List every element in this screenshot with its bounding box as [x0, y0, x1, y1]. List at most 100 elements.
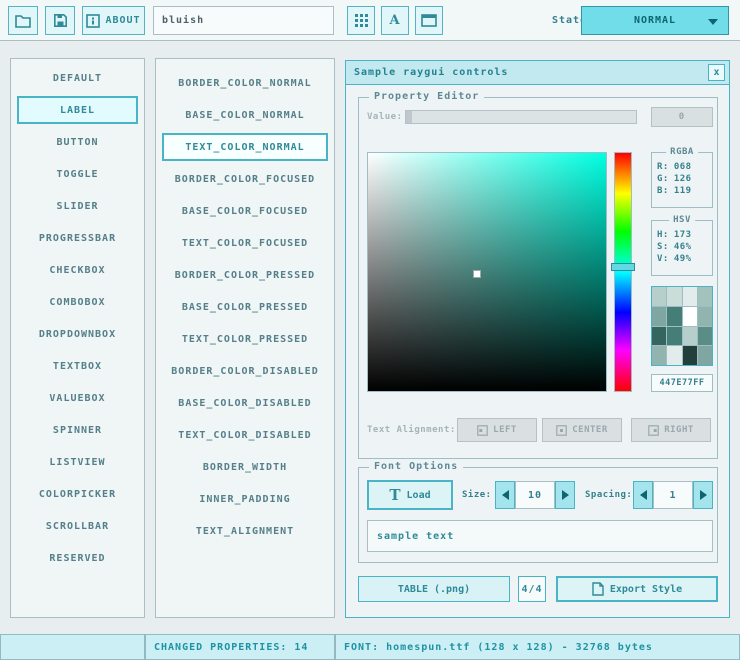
- property-item-base-color-disabled[interactable]: BASE_COLOR_DISABLED: [162, 389, 328, 417]
- align-left-icon: [477, 425, 488, 436]
- property-item-text-color-focused[interactable]: TEXT_COLOR_FOCUSED: [162, 229, 328, 257]
- align-right-icon: [648, 425, 659, 436]
- font-load-button[interactable]: T Load: [367, 480, 453, 510]
- font-size-decrease-button[interactable]: [495, 481, 515, 509]
- color-swatch[interactable]: [698, 287, 712, 306]
- property-item-text-alignment[interactable]: TEXT_ALIGNMENT: [162, 517, 328, 545]
- s-value: 46%: [674, 242, 692, 252]
- color-swatch[interactable]: [683, 346, 697, 365]
- controls-list-item-listview[interactable]: LISTVIEW: [17, 448, 138, 476]
- export-ratio-value-box[interactable]: 4/4: [518, 576, 546, 602]
- color-swatch[interactable]: [652, 327, 666, 346]
- controls-list-item-checkbox[interactable]: CHECKBOX: [17, 256, 138, 284]
- color-picker-cursor[interactable]: [473, 270, 481, 278]
- property-item-base-color-normal[interactable]: BASE_COLOR_NORMAL: [162, 101, 328, 129]
- hue-slider-handle[interactable]: [611, 263, 635, 271]
- controls-list-item-textbox[interactable]: TEXTBOX: [17, 352, 138, 380]
- property-item-base-color-focused[interactable]: BASE_COLOR_FOCUSED: [162, 197, 328, 225]
- controls-list-item-dropdownbox[interactable]: DROPDOWNBOX: [17, 320, 138, 348]
- value-slider-handle[interactable]: [406, 111, 412, 123]
- controls-list-item-reserved[interactable]: RESERVED: [17, 544, 138, 572]
- controls-list-item-scrollbar[interactable]: SCROLLBAR: [17, 512, 138, 540]
- controls-list: DEFAULT LABEL BUTTON TOGGLE SLIDER PROGR…: [10, 58, 145, 618]
- property-item-text-color-normal[interactable]: TEXT_COLOR_NORMAL: [162, 133, 328, 161]
- property-item-border-color-pressed[interactable]: BORDER_COLOR_PRESSED: [162, 261, 328, 289]
- controls-list-item-combobox[interactable]: COMBOBOX: [17, 288, 138, 316]
- rgba-green-row: G:126: [652, 174, 712, 184]
- status-segment-empty: [0, 634, 145, 660]
- hue-bar[interactable]: [614, 152, 632, 392]
- color-swatch[interactable]: [652, 307, 666, 326]
- property-item-inner-padding[interactable]: INNER_PADDING: [162, 485, 328, 513]
- color-swatch[interactable]: [667, 307, 681, 326]
- controls-list-item-label[interactable]: LABEL: [17, 96, 138, 124]
- color-swatch[interactable]: [683, 307, 697, 326]
- property-item-border-color-normal[interactable]: BORDER_COLOR_NORMAL: [162, 69, 328, 97]
- state-dropdown-value: NORMAL: [634, 15, 676, 26]
- style-table-image-button[interactable]: [347, 6, 375, 35]
- font-spacing-value-box[interactable]: 1: [653, 481, 693, 509]
- window-titlebar[interactable]: Sample raygui controls: [346, 61, 729, 85]
- color-swatch[interactable]: [667, 327, 681, 346]
- property-item-base-color-pressed[interactable]: BASE_COLOR_PRESSED: [162, 293, 328, 321]
- controls-list-item-default[interactable]: DEFAULT: [17, 64, 138, 92]
- state-dropdown[interactable]: NORMAL: [581, 6, 729, 35]
- rgba-blue-row: B:119: [652, 186, 712, 196]
- about-button[interactable]: ABOUT: [82, 6, 145, 35]
- font-spacing-decrease-button[interactable]: [633, 481, 653, 509]
- rgba-red-row: R:068: [652, 162, 712, 172]
- font-size-value-box[interactable]: 10: [515, 481, 555, 509]
- style-name-input[interactable]: [153, 6, 334, 35]
- chevron-down-icon: [708, 19, 718, 25]
- arrow-right-icon: [562, 490, 569, 500]
- controls-list-item-spinner[interactable]: SPINNER: [17, 416, 138, 444]
- save-style-button[interactable]: [45, 6, 75, 35]
- controls-list-item-button[interactable]: BUTTON: [17, 128, 138, 156]
- b-value: 119: [674, 186, 692, 196]
- controls-list-item-progressbar[interactable]: PROGRESSBAR: [17, 224, 138, 252]
- controls-list-item-valuebox[interactable]: VALUEBOX: [17, 384, 138, 412]
- align-left-button[interactable]: LEFT: [457, 418, 537, 442]
- s-label: S:: [657, 242, 669, 252]
- property-item-text-color-disabled[interactable]: TEXT_COLOR_DISABLED: [162, 421, 328, 449]
- open-style-button[interactable]: [8, 6, 38, 35]
- g-label: G:: [657, 174, 669, 184]
- property-editor-group-label: Property Editor: [369, 91, 484, 102]
- text-alignment-label: Text Alignment:: [367, 425, 456, 435]
- property-item-border-color-disabled[interactable]: BORDER_COLOR_DISABLED: [162, 357, 328, 385]
- sample-text-input[interactable]: sample text: [367, 520, 713, 552]
- hex-value-box[interactable]: 447E77FF: [651, 374, 713, 392]
- export-style-button[interactable]: Export Style: [556, 576, 718, 602]
- align-right-button[interactable]: RIGHT: [631, 418, 711, 442]
- controls-list-item-toggle[interactable]: TOGGLE: [17, 160, 138, 188]
- color-swatch[interactable]: [698, 327, 712, 346]
- value-slider[interactable]: [405, 110, 637, 124]
- controls-list-item-colorpicker[interactable]: COLORPICKER: [17, 480, 138, 508]
- property-item-border-width[interactable]: BORDER_WIDTH: [162, 453, 328, 481]
- font-settings-button[interactable]: A: [381, 6, 409, 35]
- controls-list-item-slider[interactable]: SLIDER: [17, 192, 138, 220]
- color-swatch[interactable]: [698, 346, 712, 365]
- font-options-group-label: Font Options: [369, 461, 463, 472]
- color-swatch[interactable]: [683, 287, 697, 306]
- arrow-left-icon: [640, 490, 647, 500]
- color-swatch[interactable]: [667, 346, 681, 365]
- font-spacing-increase-button[interactable]: [693, 481, 713, 509]
- color-swatch[interactable]: [652, 346, 666, 365]
- color-swatch[interactable]: [652, 287, 666, 306]
- export-format-combo[interactable]: TABLE (.png): [358, 576, 510, 602]
- color-swatch[interactable]: [667, 287, 681, 306]
- align-center-button[interactable]: CENTER: [542, 418, 622, 442]
- window-close-button[interactable]: x: [708, 64, 725, 81]
- floppy-save-icon: [53, 13, 68, 28]
- color-swatch[interactable]: [683, 327, 697, 346]
- h-label: H:: [657, 230, 669, 240]
- sample-controls-window: Sample raygui controls x Property Editor…: [345, 60, 730, 618]
- window-view-button[interactable]: [415, 6, 443, 35]
- font-size-increase-button[interactable]: [555, 481, 575, 509]
- value-box[interactable]: 0: [651, 107, 713, 127]
- color-panel[interactable]: [367, 152, 607, 392]
- color-swatch[interactable]: [698, 307, 712, 326]
- property-item-border-color-focused[interactable]: BORDER_COLOR_FOCUSED: [162, 165, 328, 193]
- property-item-text-color-pressed[interactable]: TEXT_COLOR_PRESSED: [162, 325, 328, 353]
